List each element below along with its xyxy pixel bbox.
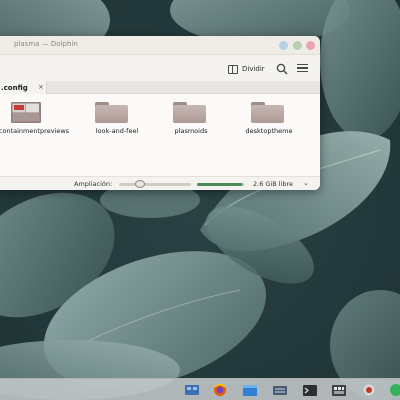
disk-space-bar [197, 183, 244, 186]
tab-bar: .config × [0, 81, 320, 94]
zoom-slider-handle[interactable] [135, 180, 145, 188]
tab-label: .config [1, 83, 28, 92]
close-button[interactable] [306, 41, 315, 50]
folder-label: look-and-feel [95, 127, 139, 135]
image-folder-icon [11, 102, 41, 123]
zoom-label: Ampliación: [74, 180, 113, 188]
dolphin-window: plasma — Dolphin Dividir .config × conta… [0, 36, 320, 190]
folder-icon [95, 102, 128, 123]
app-icon[interactable] [361, 383, 377, 397]
network-icon[interactable] [388, 383, 400, 397]
file-view: containmentpreviews look-and-feel plasmo… [0, 94, 320, 176]
window-switcher-icon[interactable] [184, 383, 200, 397]
status-bar: Ampliación: 2.6 GiB libre ⌄ [0, 176, 320, 190]
konsole-icon[interactable] [302, 383, 318, 397]
chevron-down-icon[interactable]: ⌄ [303, 179, 309, 187]
window-title: plasma — Dolphin [14, 40, 78, 48]
folder-label: containmentpreviews [0, 127, 70, 135]
split-view-label: Dividir [242, 65, 265, 73]
folder-icon [173, 102, 206, 123]
dolphin-icon[interactable] [242, 383, 258, 397]
split-view-icon [228, 64, 238, 74]
tab-close-icon[interactable]: × [38, 83, 44, 91]
folder-label: plasmoids [174, 127, 208, 135]
search-icon[interactable] [276, 63, 288, 75]
minimize-button[interactable] [279, 41, 288, 50]
folder-label: desktoptheme [245, 127, 293, 135]
title-bar[interactable]: plasma — Dolphin [0, 36, 320, 55]
system-settings-icon[interactable] [272, 383, 288, 397]
free-space-label[interactable]: 2.6 GiB libre [253, 180, 293, 188]
firefox-icon[interactable] [212, 383, 228, 397]
taskbar [0, 378, 400, 400]
discover-icon[interactable] [331, 383, 347, 397]
split-view-button[interactable]: Dividir [228, 63, 265, 75]
maximize-button[interactable] [293, 41, 302, 50]
toolbar: Dividir [0, 55, 320, 81]
hamburger-menu-icon[interactable] [297, 64, 308, 74]
folder-icon [251, 102, 284, 123]
tab-config[interactable]: .config × [0, 81, 47, 94]
zoom-slider[interactable] [119, 183, 191, 186]
disk-space-fill [197, 183, 242, 186]
